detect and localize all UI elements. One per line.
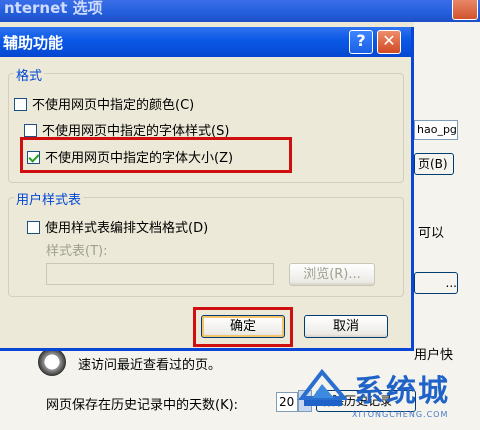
username-field[interactable]: hao_pg <box>414 120 458 140</box>
side-text: 可以 <box>418 222 444 241</box>
help-button[interactable]: ? <box>349 30 373 54</box>
stylesheet-label: 样式表(T): <box>46 244 108 259</box>
dialog-title: 辅助功能 <box>3 34 64 52</box>
settings-button[interactable]: ... <box>414 272 458 294</box>
dialog-title-bar: 辅助功能 ? ✕ <box>0 27 411 57</box>
use-stylesheet-label: 使用样式表编排文档格式(D) <box>45 221 209 236</box>
page-button[interactable]: 页(B) <box>414 153 454 175</box>
close-button[interactable]: ✕ <box>377 30 401 54</box>
cancel-button[interactable]: 取消 <box>304 315 388 338</box>
stylesheet-path-input[interactable] <box>46 263 274 285</box>
highlight-font-size-option <box>20 137 292 173</box>
side-text-char-2: 以 <box>431 226 445 241</box>
highlight-ok-button <box>193 307 293 347</box>
option-no-colors[interactable]: 不使用网页中指定的颜色(C) <box>14 94 194 113</box>
history-description-right: 用户快 <box>414 348 454 363</box>
browse-button[interactable]: 浏览(R)... <box>289 263 375 286</box>
format-group-label: 格式 <box>14 65 45 84</box>
user-stylesheet-group-label: 用户样式表 <box>14 189 84 208</box>
accessibility-dialog: 辅助功能 ? ✕ 格式 不使用网页中指定的颜色(C) 不使用网页中指定的字体样式… <box>0 27 414 351</box>
watermark-logo-icon <box>298 368 348 406</box>
watermark-text: 系统城 <box>354 374 450 409</box>
no-colors-checkbox[interactable] <box>14 98 27 111</box>
option-use-stylesheet[interactable]: 使用样式表编排文档格式(D) <box>27 217 208 236</box>
no-colors-label: 不使用网页中指定的颜色(C) <box>32 98 195 113</box>
background-close-button[interactable] <box>452 0 478 20</box>
side-text-char-1: 可 <box>418 226 432 241</box>
history-description: 速访问最近查看过的页。 <box>78 358 222 373</box>
history-days-input[interactable]: 20 <box>276 392 298 412</box>
no-font-styles-checkbox[interactable] <box>24 124 37 137</box>
background-title-bar: nternet 选项 <box>0 0 480 22</box>
clock-icon <box>38 348 66 376</box>
watermark-subtext: XITONGCHENG.COM <box>352 410 449 419</box>
use-stylesheet-checkbox[interactable] <box>27 221 40 234</box>
history-days-label: 网页保存在历史记录中的天数(K): <box>46 398 239 413</box>
background-window-title: nternet 选项 <box>4 0 103 17</box>
